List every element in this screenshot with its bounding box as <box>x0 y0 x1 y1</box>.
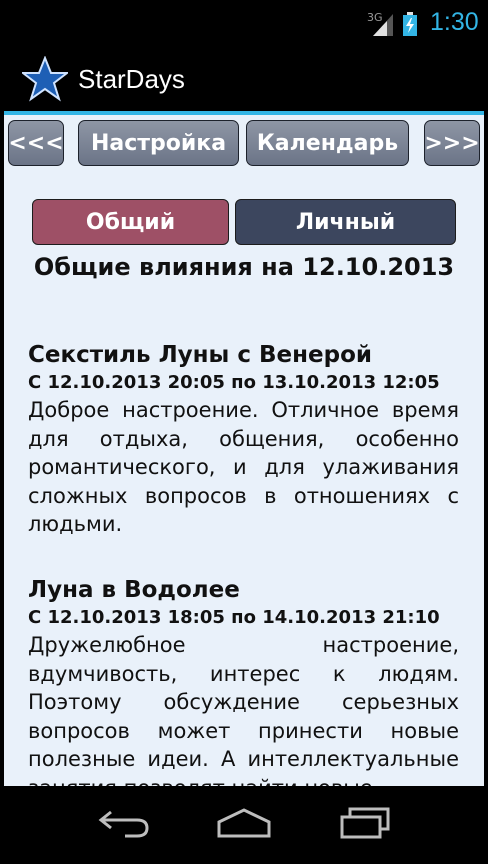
event-title: Луна в Водолее <box>28 577 240 603</box>
page-title: Общие влияния на 12.10.2013 <box>33 253 455 281</box>
calendar-button[interactable]: Календарь <box>246 120 409 166</box>
star-logo-icon[interactable] <box>20 55 70 106</box>
event-title: Секстиль Луны с Венерой <box>28 342 373 368</box>
tab-personal[interactable]: Личный <box>235 199 456 245</box>
back-icon[interactable] <box>97 806 151 844</box>
list-item: Секстиль Луны с Венерой С 12.10.2013 20:… <box>28 340 459 539</box>
clock: 1:30 <box>430 8 479 36</box>
tab-general[interactable]: Общий <box>32 199 229 245</box>
battery-charging-icon <box>402 12 418 40</box>
status-bar: 3G 1:30 <box>0 0 488 48</box>
event-description: Доброе настроение. Отличное время для от… <box>28 398 459 536</box>
content-area[interactable]: <<< Настройка Календарь >>> Общий Личный… <box>4 115 484 786</box>
event-period: С 12.10.2013 18:05 по 14.10.2013 21:10 <box>28 607 440 628</box>
recent-apps-icon[interactable] <box>338 806 392 844</box>
home-icon[interactable] <box>215 806 273 844</box>
app-title: StarDays <box>78 64 185 94</box>
action-bar: StarDays <box>0 48 488 113</box>
list-item: Луна в Водолее С 12.10.2013 18:05 по 14.… <box>28 575 459 786</box>
next-day-button[interactable]: >>> <box>424 120 480 166</box>
previous-day-button[interactable]: <<< <box>8 120 64 166</box>
signal-icon <box>371 12 393 40</box>
system-navigation-bar <box>0 786 488 864</box>
settings-button[interactable]: Настройка <box>78 120 239 166</box>
event-period: С 12.10.2013 20:05 по 13.10.2013 12:05 <box>28 372 440 393</box>
event-description: Дружелюбное настроение, вдумчивость, инт… <box>28 633 459 786</box>
